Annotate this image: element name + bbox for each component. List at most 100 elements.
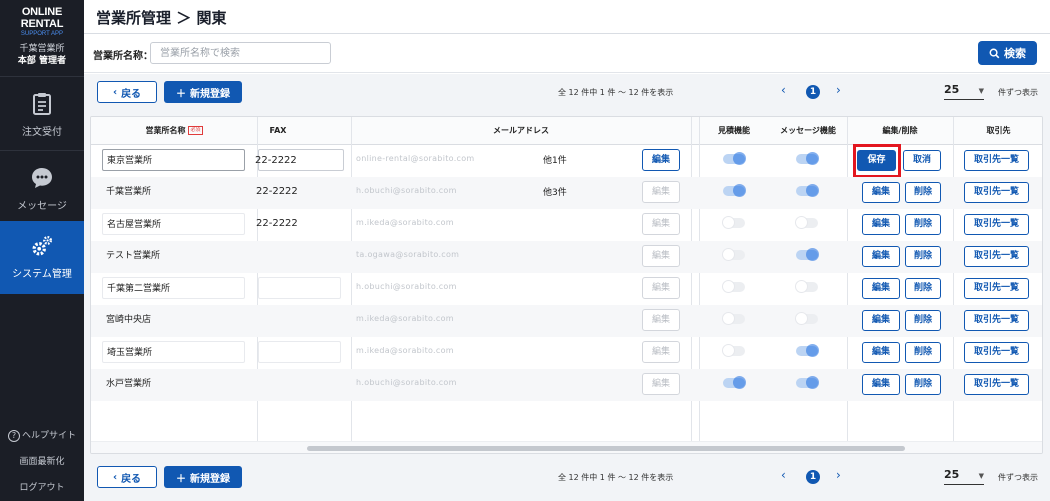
estimate-toggle[interactable]: [723, 184, 746, 197]
edit-button[interactable]: 編集: [862, 246, 900, 267]
caret-down-icon: ▼: [978, 87, 984, 95]
table-row: 千葉第二営業所 h.obuchi@sorabito.com 編集 編集 削除 取引先一覧: [91, 273, 1042, 305]
edit-button[interactable]: 編集: [862, 374, 900, 395]
estimate-toggle[interactable]: [723, 152, 746, 165]
prev-page-icon[interactable]: ‹: [781, 468, 786, 482]
message-toggle[interactable]: [795, 312, 818, 325]
logout-link[interactable]: ログアウト: [0, 475, 84, 501]
mail-edit-button[interactable]: 編集: [642, 277, 680, 299]
sidebar-item-orders[interactable]: 注文受付: [0, 76, 84, 150]
per-page-select[interactable]: 25 ▼: [944, 83, 984, 100]
mail-edit-button[interactable]: 編集: [642, 149, 680, 171]
fax-field: [258, 277, 341, 299]
table-row: 宮崎中央店 m.ikeda@sorabito.com 編集 編集 削除 取引先一覧: [91, 305, 1042, 337]
estimate-toggle[interactable]: [722, 248, 745, 261]
delete-button[interactable]: 削除: [905, 182, 941, 203]
back-label: 戻る: [121, 473, 142, 485]
edit-button[interactable]: 編集: [862, 182, 900, 203]
edit-button[interactable]: 編集: [862, 214, 900, 235]
prev-page-icon[interactable]: ‹: [781, 83, 786, 97]
help-icon: ?: [7, 430, 20, 442]
back-button[interactable]: ‹ 戻る: [97, 81, 157, 103]
gears-icon: [32, 235, 53, 256]
cancel-button[interactable]: 取消: [903, 150, 941, 171]
edit-button[interactable]: 編集: [862, 342, 900, 363]
estimate-toggle[interactable]: [723, 376, 746, 389]
delete-button[interactable]: 削除: [905, 278, 941, 299]
message-toggle[interactable]: [795, 216, 818, 229]
page-number[interactable]: 1: [806, 470, 820, 484]
new-register-button[interactable]: ＋ 新規登録: [164, 466, 242, 488]
message-toggle[interactable]: [796, 184, 819, 197]
fax-field: 22-2222: [256, 186, 298, 197]
plus-icon: ＋: [176, 473, 186, 485]
sidebar-bottom-links: ? ヘルプサイト 画面最新化 ログアウト: [0, 423, 84, 501]
save-highlight-box: [853, 144, 901, 178]
table-header: 営業所名称 必須 FAX メールアドレス 見積機能 メッセージ機能 編集/削除 取…: [91, 117, 1042, 145]
mail-address: h.obuchi@sorabito.com: [356, 282, 457, 291]
message-toggle[interactable]: [796, 248, 819, 261]
sidebar-item-system[interactable]: システム管理: [0, 221, 84, 294]
mail-edit-button[interactable]: 編集: [642, 213, 680, 235]
new-register-button[interactable]: ＋ 新規登録: [164, 81, 242, 103]
mail-edit-button[interactable]: 編集: [642, 341, 680, 363]
office-name-field[interactable]: 東京営業所: [102, 149, 245, 171]
new-label: 新規登録: [190, 88, 230, 100]
partner-list-button[interactable]: 取引先一覧: [964, 246, 1029, 267]
delete-button[interactable]: 削除: [905, 310, 941, 331]
mail-address: m.ikeda@sorabito.com: [356, 314, 454, 323]
message-toggle[interactable]: [796, 344, 819, 357]
search-icon: [989, 48, 1000, 58]
delete-button[interactable]: 削除: [905, 342, 941, 363]
refresh-link[interactable]: 画面最新化: [0, 449, 84, 475]
horizontal-scrollbar[interactable]: [91, 441, 1042, 453]
header-estimate: 見積機能: [718, 126, 750, 135]
message-toggle[interactable]: [796, 376, 819, 389]
table-row: 東京営業所 22-2222 online-rental@sorabito.com 他1…: [91, 144, 1042, 178]
header-fax: FAX: [269, 126, 287, 135]
search-button[interactable]: 検索: [978, 41, 1037, 65]
partner-list-button[interactable]: 取引先一覧: [964, 182, 1029, 203]
mail-edit-button[interactable]: 編集: [642, 309, 680, 331]
next-page-icon[interactable]: ›: [836, 83, 841, 97]
sidebar-item-messages[interactable]: メッセージ: [0, 150, 84, 224]
fax-field[interactable]: 22-2222: [255, 149, 344, 171]
mail-edit-button[interactable]: 編集: [642, 245, 680, 267]
edit-button[interactable]: 編集: [862, 310, 900, 331]
office-name-field: 千葉第二営業所: [102, 277, 245, 299]
message-toggle[interactable]: [795, 280, 818, 293]
partner-list-button[interactable]: 取引先一覧: [964, 214, 1029, 235]
delete-button[interactable]: 削除: [905, 246, 941, 267]
header-mail: メールアドレス: [493, 126, 549, 135]
estimate-toggle[interactable]: [722, 344, 745, 357]
estimate-toggle[interactable]: [722, 280, 745, 293]
sidebar: ONLINE RENTAL SUPPORT APP 千葉営業所 本部 管理者 注…: [0, 0, 84, 501]
plus-icon: ＋: [176, 88, 186, 100]
page-number[interactable]: 1: [806, 85, 820, 99]
scrollbar-thumb[interactable]: [307, 446, 905, 451]
estimate-toggle[interactable]: [722, 312, 745, 325]
header-name-label: 営業所名称: [145, 126, 186, 135]
mail-edit-button[interactable]: 編集: [642, 181, 680, 203]
partner-list-button[interactable]: 取引先一覧: [964, 310, 1029, 331]
back-button[interactable]: ‹ 戻る: [97, 466, 157, 488]
mail-edit-button[interactable]: 編集: [642, 373, 680, 395]
next-page-icon[interactable]: ›: [836, 468, 841, 482]
partner-list-button[interactable]: 取引先一覧: [964, 150, 1029, 171]
fax-field: [255, 309, 341, 331]
main-content: ‹ 戻る ＋ 新規登録 全 12 件中 1 件 〜 12 件を表示 ‹ 1 › …: [84, 74, 1050, 501]
per-page-select[interactable]: 25 ▼: [944, 468, 984, 485]
delete-button[interactable]: 削除: [905, 214, 941, 235]
message-toggle[interactable]: [796, 152, 819, 165]
partner-list-button[interactable]: 取引先一覧: [964, 278, 1029, 299]
per-page-value: 25: [944, 468, 960, 481]
search-input[interactable]: [150, 42, 331, 64]
delete-button[interactable]: 削除: [905, 374, 941, 395]
office-table: 営業所名称 必須 FAX メールアドレス 見積機能 メッセージ機能 編集/削除 取…: [90, 116, 1043, 454]
edit-button[interactable]: 編集: [862, 278, 900, 299]
partner-list-button[interactable]: 取引先一覧: [964, 374, 1029, 395]
help-link[interactable]: ? ヘルプサイト: [0, 423, 84, 449]
page-title: 営業所管理 ＞ 関東: [96, 9, 227, 27]
estimate-toggle[interactable]: [722, 216, 745, 229]
partner-list-button[interactable]: 取引先一覧: [964, 342, 1029, 363]
